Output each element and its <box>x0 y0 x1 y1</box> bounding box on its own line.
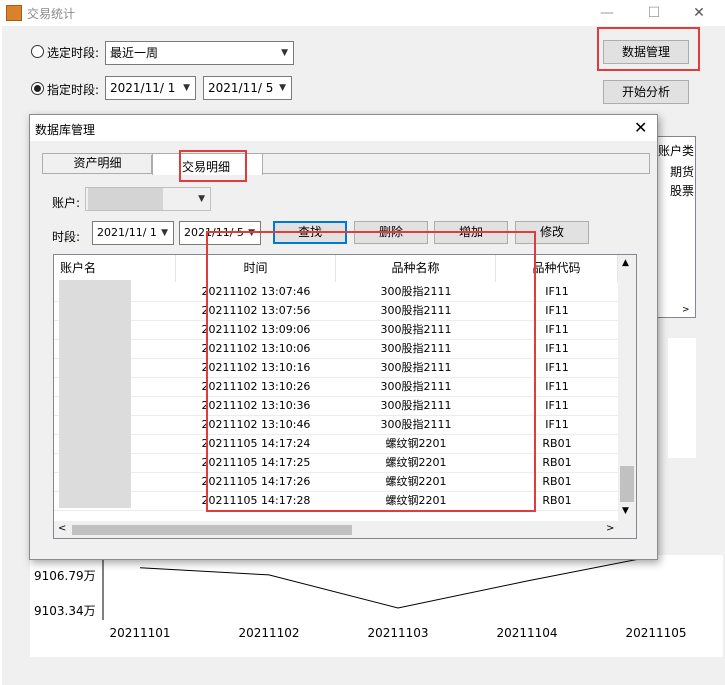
radio-preset-label: 选定时段: <box>47 46 100 60</box>
radio-custom-label: 指定时段: <box>47 83 100 97</box>
series-line <box>139 555 657 609</box>
maximize-button[interactable]: ☐ <box>632 2 676 24</box>
chevron-down-icon: ▼ <box>161 228 168 238</box>
account-type-header: 账户类 <box>658 144 695 158</box>
dialog-title: 数据库管理 <box>35 123 96 137</box>
start-analysis-button[interactable]: 开始分析 <box>603 80 689 104</box>
period-select-value: 最近一周 <box>110 46 159 60</box>
y-tick-label: 9103.34万 <box>34 604 96 618</box>
tab-trade-detail-label: 交易明细 <box>182 160 231 174</box>
horizontal-scroll-thumb[interactable] <box>72 525 352 535</box>
x-tick-label: 20211102 <box>238 626 299 640</box>
window-border <box>0 26 2 685</box>
account-select[interactable]: ▼ <box>85 187 211 211</box>
period-select[interactable]: 最近一周 ▼ <box>105 41 294 65</box>
scroll-up-icon[interactable]: ▲ <box>622 258 629 268</box>
scroll-right-icon[interactable]: > <box>682 305 690 315</box>
vertical-scroll-thumb[interactable] <box>620 466 634 502</box>
close-button[interactable]: ✕ <box>677 2 721 24</box>
account-label: 账户: <box>52 196 81 210</box>
chevron-down-icon: ▼ <box>281 48 288 58</box>
dialog-close-button[interactable]: ✕ <box>634 118 647 137</box>
x-tick-label: 20211101 <box>109 626 170 640</box>
end-date-picker[interactable]: 2021/11/ 5 ▼ <box>203 76 292 100</box>
col-header-account[interactable]: 账户名 <box>54 255 176 282</box>
chart-svg: 20211101 20211102 20211103 20211104 20211105 <box>102 555 687 640</box>
x-tick-label: 20211104 <box>496 626 557 640</box>
chevron-down-icon: ▼ <box>198 194 205 204</box>
db-manage-dialog: 数据库管理 ✕ 资产明细 交易明细 账户: ▼ 时段: 2021/11/ 1 ▼… <box>29 114 658 560</box>
scroll-right-icon[interactable]: > <box>606 523 614 534</box>
account-type-item: 期货 <box>670 165 695 179</box>
period-label: 时段: <box>52 230 81 244</box>
dialog-start-date[interactable]: 2021/11/ 1 ▼ <box>92 221 174 245</box>
start-date-value: 2021/11/ 1 <box>110 81 176 95</box>
tab-asset-detail[interactable]: 资产明细 <box>44 155 152 173</box>
side-panel <box>668 338 696 458</box>
window-title: 交易统计 <box>27 7 76 21</box>
account-type-item: 股票 <box>670 184 695 198</box>
dialog-title-bar <box>30 115 657 141</box>
app-chart-icon <box>6 5 22 21</box>
minimize-button[interactable]: — <box>585 2 629 24</box>
scroll-down-icon[interactable]: ▼ <box>622 506 629 516</box>
columns-highlight <box>206 231 536 512</box>
account-redacted <box>88 188 163 210</box>
radio-custom-period[interactable] <box>31 82 44 95</box>
chevron-down-icon: ▼ <box>279 83 286 93</box>
x-tick-label: 20211105 <box>625 626 686 640</box>
scroll-left-icon[interactable]: < <box>58 523 66 534</box>
end-date-value: 2021/11/ 5 <box>208 81 274 95</box>
account-column-redacted <box>59 280 131 508</box>
start-date-picker[interactable]: 2021/11/ 1 ▼ <box>105 76 196 100</box>
scroll-corner <box>618 521 636 538</box>
radio-preset-period[interactable] <box>31 45 44 58</box>
y-tick-label: 9106.79万 <box>34 569 96 583</box>
chevron-down-icon: ▼ <box>183 83 190 93</box>
db-manage-button[interactable]: 数据管理 <box>603 40 689 64</box>
x-tick-label: 20211103 <box>367 626 428 640</box>
dialog-start-date-value: 2021/11/ 1 <box>97 226 157 239</box>
